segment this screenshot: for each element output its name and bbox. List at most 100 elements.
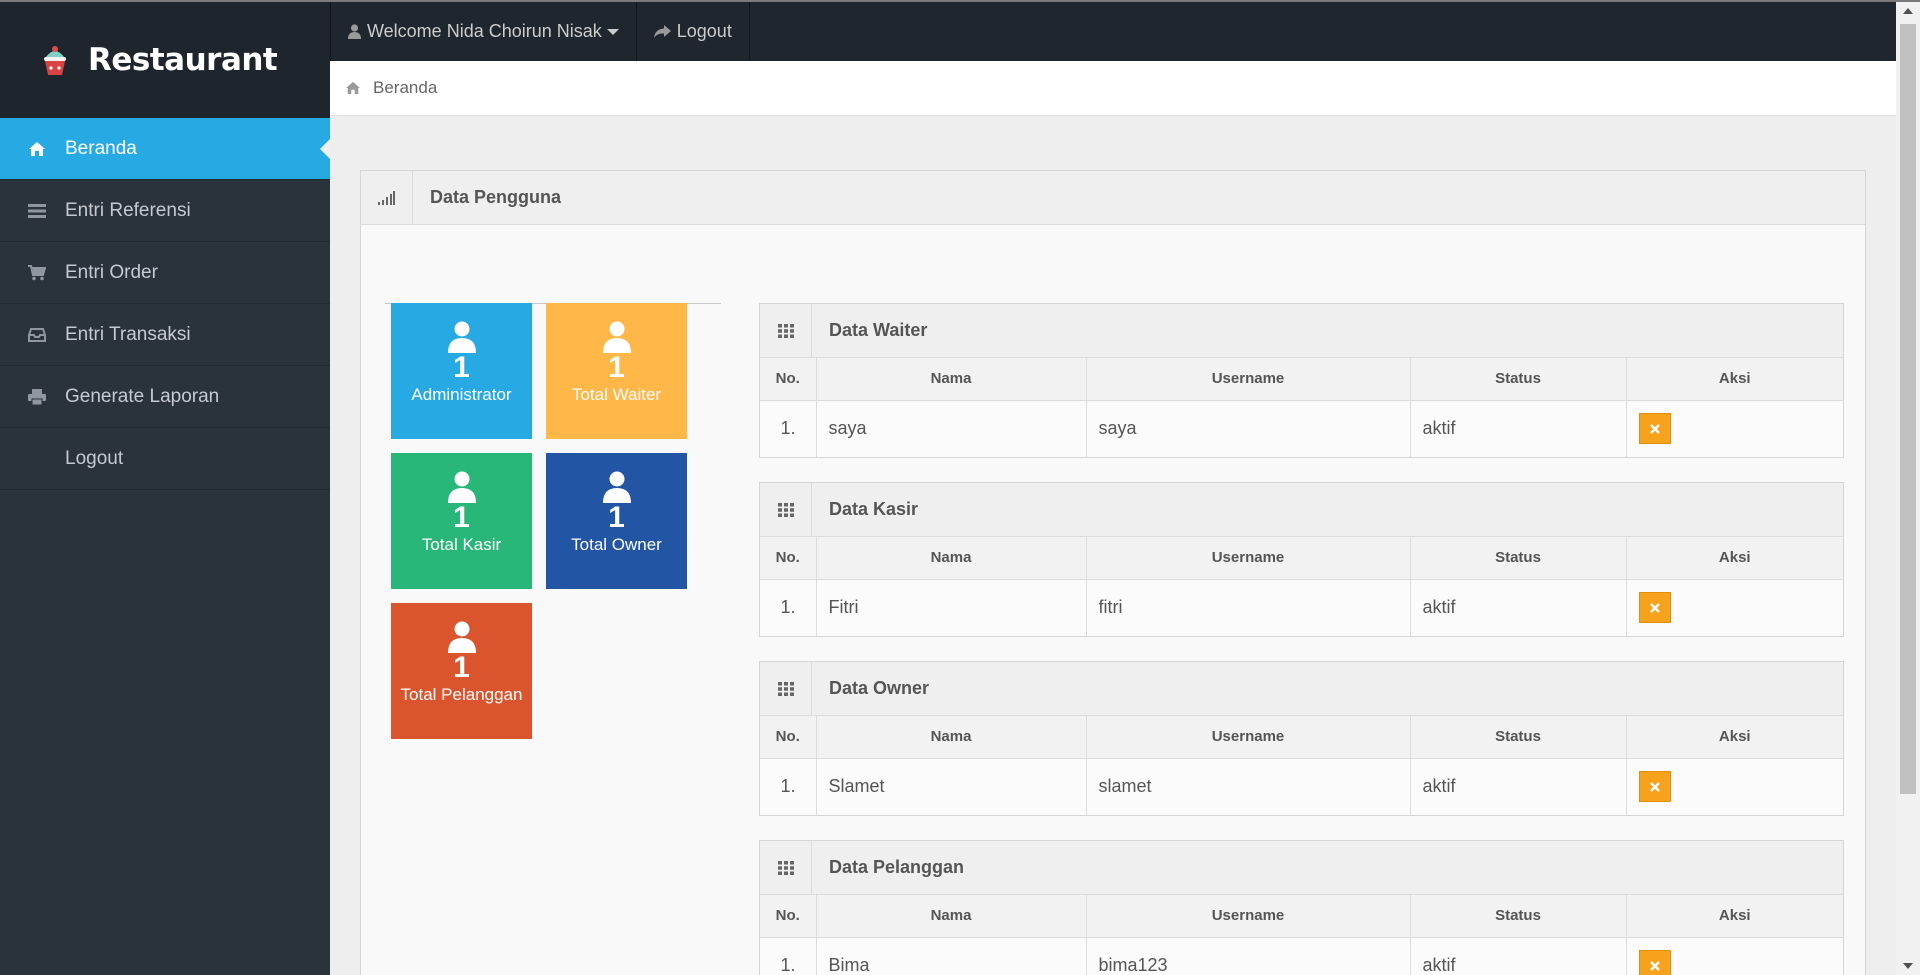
tile-label: Administrator — [411, 385, 512, 404]
sidebar-item-logout[interactable]: Logout — [0, 428, 330, 490]
cell-no: 1. — [760, 579, 817, 636]
scrollbar-thumb[interactable] — [1900, 24, 1916, 794]
tile-total-owner[interactable]: 1 Total Owner — [546, 453, 687, 589]
sidebar-item-label: Beranda — [65, 137, 137, 159]
tile-label: Total Kasir — [421, 535, 502, 554]
column-header-nama: Nama — [816, 716, 1087, 759]
sidebar-item-label: Entri Order — [65, 261, 158, 283]
sub-panel-title: Data Waiter — [829, 320, 928, 340]
cell-username: slamet — [1086, 758, 1411, 815]
close-icon — [1649, 602, 1660, 613]
cell-no: 1. — [760, 400, 817, 457]
sidebar-menu: Beranda Entri Referensi Entri Order Entr… — [0, 118, 330, 490]
tile-label: Total Waiter — [571, 385, 662, 404]
sidebar-item-beranda[interactable]: Beranda — [0, 118, 330, 180]
tile-count: 1 — [453, 351, 470, 384]
column-header-aksi: Aksi — [1626, 716, 1843, 759]
sidebar-item-entri-referensi[interactable]: Entri Referensi — [0, 180, 330, 242]
waiter-table: No. Nama Username Status Aksi 1. saya sa… — [760, 358, 1843, 457]
tile-administrator[interactable]: 1 Administrator — [391, 303, 532, 439]
sidebar-item-entri-transaksi[interactable]: Entri Transaksi — [0, 304, 330, 366]
user-icon — [447, 321, 476, 353]
column-header-no: No. — [760, 358, 817, 401]
top-navbar: Welcome Nida Choirun Nisak Logout — [330, 2, 1896, 61]
column-header-nama: Nama — [816, 537, 1087, 580]
column-header-no: No. — [760, 716, 817, 759]
column-header-username: Username — [1086, 716, 1411, 759]
data-kasir-panel: Data Kasir No. Nama Username Status Aksi… — [759, 482, 1844, 637]
sub-panel-title: Data Kasir — [829, 499, 919, 519]
cell-nama: saya — [816, 400, 1087, 457]
tile-count: 1 — [608, 351, 625, 384]
delete-button[interactable] — [1638, 413, 1671, 445]
welcome-text: Welcome Nida Choirun Nisak — [367, 21, 602, 41]
close-icon — [1649, 781, 1660, 792]
close-icon — [1649, 960, 1660, 971]
list-icon — [24, 203, 50, 218]
cell-aksi — [1626, 937, 1843, 975]
cell-username: saya — [1086, 400, 1411, 457]
table-row: 1. Fitri fitri aktif — [760, 579, 1843, 636]
column-header-nama: Nama — [816, 358, 1087, 401]
tile-label: Total Owner — [571, 535, 662, 554]
tile-total-waiter[interactable]: 1 Total Waiter — [546, 303, 687, 439]
scroll-up-arrow-icon[interactable] — [1903, 8, 1913, 14]
breadcrumb-item[interactable]: Beranda — [373, 78, 437, 98]
grid-icon — [760, 303, 812, 358]
grid-icon — [760, 661, 812, 716]
tile-total-pelanggan[interactable]: 1 Total Pelanggan — [391, 603, 532, 739]
breadcrumb: Beranda — [330, 61, 1896, 116]
user-icon — [447, 621, 476, 653]
sidebar-item-entri-order[interactable]: Entri Order — [0, 242, 330, 304]
tile-count: 1 — [608, 501, 625, 534]
sidebar-item-generate-laporan[interactable]: Generate Laporan — [0, 366, 330, 428]
delete-button[interactable] — [1638, 950, 1671, 975]
sub-panel-header: Data Pelanggan — [760, 840, 1843, 895]
column-header-aksi: Aksi — [1626, 895, 1843, 938]
panel-header: Data Pengguna — [361, 170, 1865, 225]
user-icon — [348, 24, 361, 39]
kasir-table: No. Nama Username Status Aksi 1. Fitri f… — [760, 537, 1843, 636]
column-header-no: No. — [760, 537, 817, 580]
tile-label: Total Pelanggan — [400, 685, 523, 704]
grid-icon — [760, 482, 812, 537]
sub-panel-header: Data Waiter — [760, 303, 1843, 358]
owner-table: No. Nama Username Status Aksi 1. Slamet … — [760, 716, 1843, 815]
column-header-username: Username — [1086, 358, 1411, 401]
sidebar-item-label: Generate Laporan — [65, 385, 220, 407]
column-header-status: Status — [1410, 895, 1627, 938]
cell-username: bima123 — [1086, 937, 1411, 975]
caret-down-icon — [606, 28, 619, 35]
cell-status: aktif — [1410, 758, 1627, 815]
column-header-aksi: Aksi — [1626, 358, 1843, 401]
tile-total-kasir[interactable]: 1 Total Kasir — [391, 453, 532, 589]
vertical-scrollbar[interactable] — [1896, 2, 1920, 975]
user-icon — [602, 471, 631, 503]
user-icon — [447, 471, 476, 503]
tile-count: 1 — [453, 501, 470, 534]
table-row: 1. saya saya aktif — [760, 400, 1843, 457]
user-menu-dropdown[interactable]: Welcome Nida Choirun Nisak — [330, 2, 637, 61]
cell-aksi — [1626, 400, 1843, 457]
scroll-down-arrow-icon[interactable] — [1903, 963, 1913, 969]
delete-button[interactable] — [1638, 592, 1671, 624]
column-header-aksi: Aksi — [1626, 537, 1843, 580]
cell-nama: Slamet — [816, 758, 1087, 815]
cell-aksi — [1626, 579, 1843, 636]
column-header-status: Status — [1410, 358, 1627, 401]
home-icon — [24, 141, 50, 157]
logout-label: Logout — [676, 21, 732, 41]
cell-aksi — [1626, 758, 1843, 815]
sidebar: Restaurant Beranda Entri Referensi Entri… — [0, 2, 330, 975]
delete-button[interactable] — [1638, 771, 1671, 803]
sub-panel-title: Data Owner — [829, 678, 930, 698]
column-header-username: Username — [1086, 895, 1411, 938]
user-icon — [602, 321, 631, 353]
cupcake-icon — [44, 46, 66, 75]
data-pengguna-panel: Data Pengguna 1 Administrator 1 Total Wa… — [360, 170, 1866, 975]
column-header-username: Username — [1086, 537, 1411, 580]
brand[interactable]: Restaurant — [0, 2, 330, 118]
logout-link[interactable]: Logout — [637, 2, 750, 61]
data-waiter-panel: Data Waiter No. Nama Username Status Aks… — [759, 303, 1844, 458]
table-row: 1. Bima bima123 aktif — [760, 937, 1843, 975]
